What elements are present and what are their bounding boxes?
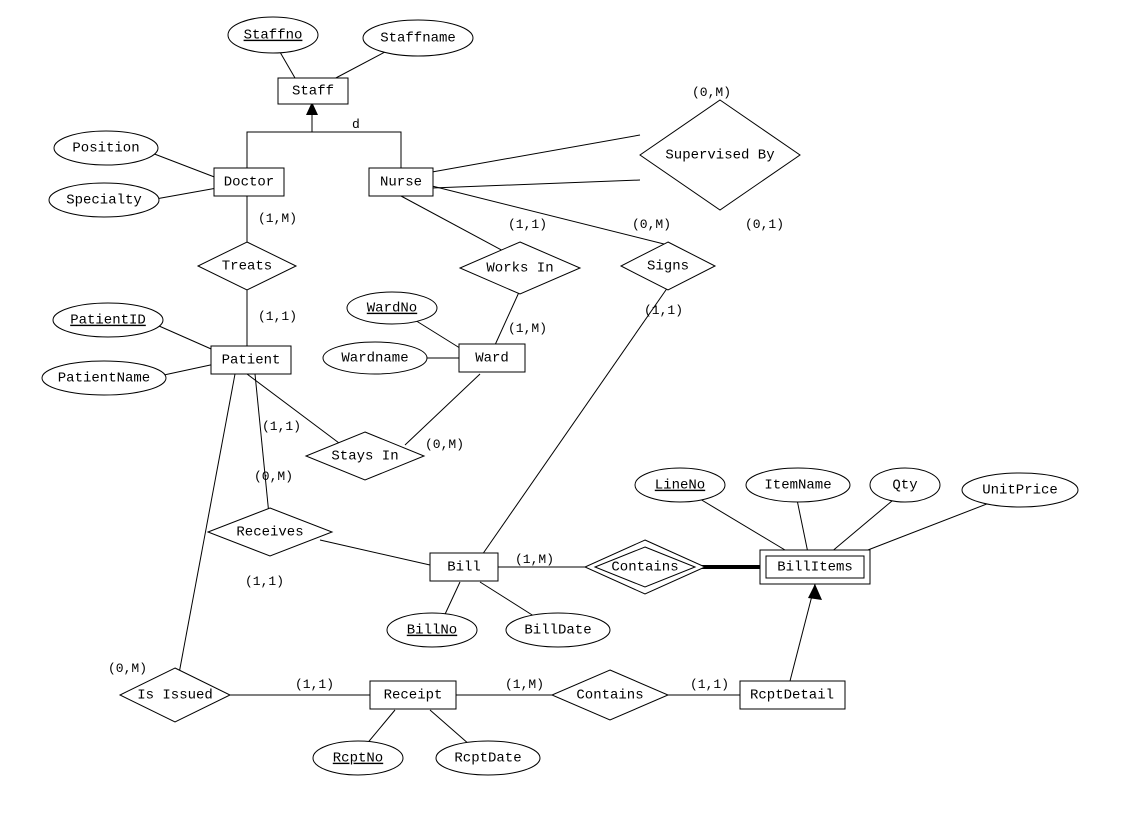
entity-staff-label: Staff bbox=[292, 84, 334, 100]
attr-itemname-label: ItemName bbox=[764, 478, 831, 494]
attr-wardno-label: WardNo bbox=[367, 301, 417, 317]
conn-patient-receives bbox=[255, 374, 270, 525]
card-stays-11: (1,1) bbox=[262, 419, 301, 434]
entity-receipt-label: Receipt bbox=[384, 688, 443, 704]
rel-treats-label: Treats bbox=[222, 259, 272, 275]
card-cont2-11: (1,1) bbox=[690, 677, 729, 692]
conn-worksin-ward bbox=[495, 290, 520, 345]
rel-worksin-label: Works In bbox=[486, 261, 553, 277]
card-signs-11: (1,1) bbox=[644, 303, 683, 318]
card-sup-01: (0,1) bbox=[745, 217, 784, 232]
conn-staff-doctor bbox=[247, 102, 312, 168]
attr-billdate-label: BillDate bbox=[524, 623, 591, 639]
attr-staffno-label: Staffno bbox=[244, 28, 303, 44]
attr-rcptno-label: RcptNo bbox=[333, 751, 383, 767]
card-iss-0M: (0,M) bbox=[108, 661, 147, 676]
rel-contains1-label: Contains bbox=[611, 560, 678, 576]
entity-ward-label: Ward bbox=[475, 351, 509, 367]
card-sup-0M: (0,M) bbox=[692, 85, 731, 100]
entity-doctor-label: Doctor bbox=[224, 175, 274, 191]
inheritance-d: d bbox=[352, 117, 360, 132]
card-works-11: (1,1) bbox=[508, 217, 547, 232]
conn-nurse-supervised-top bbox=[432, 135, 640, 172]
attr-position-label: Position bbox=[72, 141, 139, 157]
conn-staysin-ward bbox=[405, 374, 480, 445]
card-signs-0M: (0,M) bbox=[632, 217, 671, 232]
card-cont2-1M: (1,M) bbox=[505, 677, 544, 692]
attr-unitprice-label: UnitPrice bbox=[982, 483, 1058, 499]
attr-rcptdate-label: RcptDate bbox=[454, 751, 521, 767]
rel-receives-label: Receives bbox=[236, 525, 303, 541]
card-rec-11: (1,1) bbox=[245, 574, 284, 589]
conn-patientid-patient bbox=[150, 322, 218, 352]
conn-receives-bill bbox=[320, 540, 430, 565]
entity-rcptdetail-label: RcptDetail bbox=[750, 688, 834, 704]
er-diagram: Staffno Staffname Position Specialty Pat… bbox=[0, 0, 1131, 819]
card-cont1-1M: (1,M) bbox=[515, 552, 554, 567]
card-stays-0M: (0,M) bbox=[425, 437, 464, 452]
rel-supervisedby-label: Supervised By bbox=[665, 148, 774, 164]
attr-billno-label: BillNo bbox=[407, 623, 457, 639]
conn-staff-nurse bbox=[312, 132, 401, 168]
attr-patientname-label: PatientName bbox=[58, 371, 150, 387]
rel-signs-label: Signs bbox=[647, 259, 689, 275]
entity-bill-label: Bill bbox=[447, 560, 481, 576]
attr-lineno-label: LineNo bbox=[655, 478, 705, 494]
card-treats-1M: (1,M) bbox=[258, 211, 297, 226]
rel-isissued-label: Is Issued bbox=[137, 688, 213, 704]
attr-specialty-label: Specialty bbox=[66, 193, 142, 209]
conn-specialty-doctor bbox=[150, 188, 217, 200]
card-treats-11: (1,1) bbox=[258, 309, 297, 324]
rel-staysin-label: Stays In bbox=[331, 449, 398, 465]
arrow-billitems bbox=[808, 584, 822, 600]
attr-patientid-label: PatientID bbox=[70, 313, 146, 329]
conn-rcptdetail-billitems bbox=[790, 584, 815, 681]
entity-nurse-label: Nurse bbox=[380, 175, 422, 191]
conn-nurse-signs bbox=[432, 186, 668, 245]
rel-contains2-label: Contains bbox=[576, 688, 643, 704]
attr-wardname-label: Wardname bbox=[341, 351, 408, 367]
attr-staffname-label: Staffname bbox=[380, 31, 456, 47]
entity-patient-label: Patient bbox=[222, 353, 281, 369]
entity-billitems-label: BillItems bbox=[777, 560, 853, 576]
attr-qty-label: Qty bbox=[892, 478, 917, 494]
card-rec-0M: (0,M) bbox=[254, 469, 293, 484]
card-iss-11: (1,1) bbox=[295, 677, 334, 692]
card-works-1M: (1,M) bbox=[508, 321, 547, 336]
